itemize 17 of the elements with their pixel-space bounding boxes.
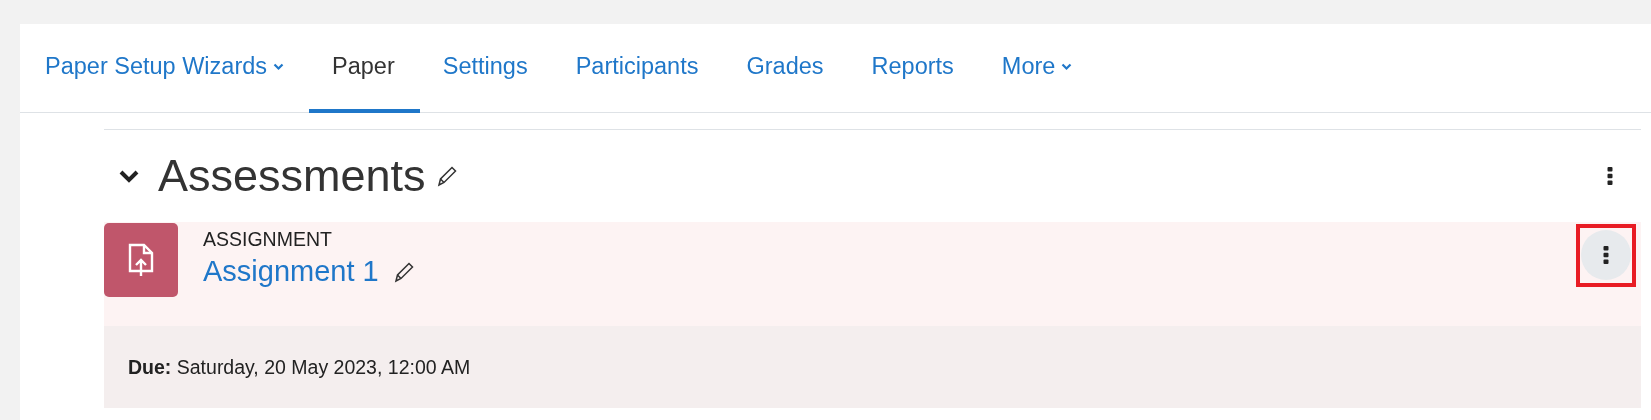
chevron-down-icon[interactable] xyxy=(118,169,140,183)
nav-tab[interactable]: Paper Setup Wizards xyxy=(22,24,310,113)
nav-tab[interactable]: Grades xyxy=(723,24,849,113)
section-title: Assessments xyxy=(158,150,426,202)
file-upload-icon xyxy=(128,243,154,277)
nav-tab[interactable]: Paper xyxy=(309,24,420,113)
nav-tab[interactable]: Settings xyxy=(419,24,553,113)
nav-tab[interactable]: Participants xyxy=(552,24,724,113)
nav-tab[interactable]: More xyxy=(978,24,1098,113)
activity-menu-button[interactable] xyxy=(1581,230,1631,280)
pencil-icon[interactable] xyxy=(435,164,458,188)
kebab-menu-icon xyxy=(1607,167,1613,185)
due-date-text: Due: Saturday, 20 May 2023, 12:00 AM xyxy=(128,355,471,379)
kebab-menu-icon xyxy=(1603,246,1609,264)
activity-type: ASSIGNMENT xyxy=(203,228,333,251)
activity-link[interactable]: Assignment 1 xyxy=(203,255,379,288)
nav-tab[interactable]: Reports xyxy=(848,24,979,113)
